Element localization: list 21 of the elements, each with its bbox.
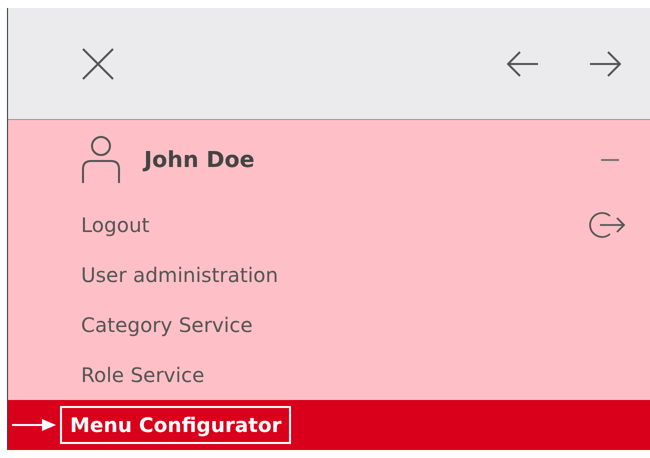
arrow-right-icon xyxy=(589,50,621,76)
minus-icon xyxy=(601,159,619,161)
menu-item-label: Category Service xyxy=(80,312,254,339)
menu-item-label: User administration xyxy=(80,262,280,289)
arrow-left-icon xyxy=(507,50,539,76)
menu-item-label: Logout xyxy=(80,212,150,239)
menu-item[interactable]: User administration xyxy=(8,250,650,300)
close-button[interactable] xyxy=(80,46,116,82)
close-icon xyxy=(82,48,114,80)
menu-item-selected[interactable]: Menu Configurator xyxy=(8,400,650,450)
user-icon xyxy=(82,136,120,184)
menu-item-label: Menu Configurator xyxy=(60,406,292,444)
pointer-arrow-icon xyxy=(12,418,56,432)
menu-item-label: Role Service xyxy=(80,362,206,389)
forward-button[interactable] xyxy=(588,48,622,78)
back-button[interactable] xyxy=(506,48,540,78)
menu-item[interactable]: Role Service xyxy=(8,350,650,400)
menu-item[interactable]: Logout xyxy=(8,200,650,250)
user-name: John Doe xyxy=(144,146,255,174)
menu-item[interactable]: Category Service xyxy=(8,300,650,350)
logout-icon xyxy=(588,211,626,239)
